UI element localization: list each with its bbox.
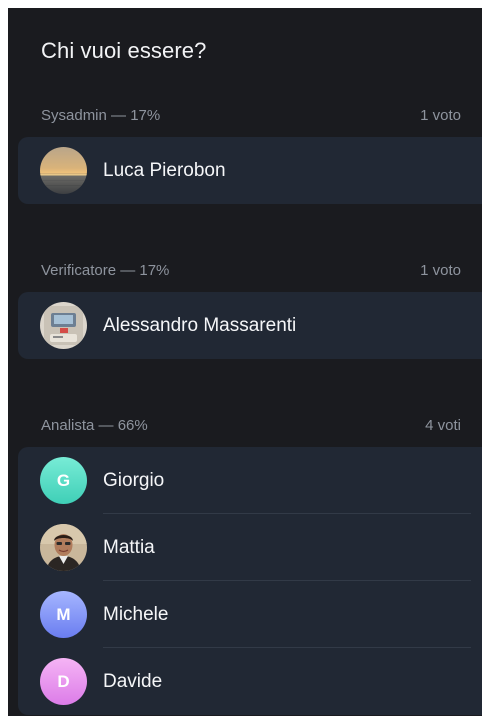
avatar: D: [40, 658, 87, 705]
vote-count: 1 voto: [420, 107, 461, 124]
option-header-verificatore: Verificatore — 17% 1 voto: [41, 262, 461, 279]
avatar: M: [40, 591, 87, 638]
option-label: Analista — 66%: [41, 417, 148, 434]
voters-card-analista: G Giorgio Mattia M Michele D Davide: [18, 447, 482, 715]
voter-row[interactable]: D Davide: [18, 648, 482, 715]
avatar: G: [40, 457, 87, 504]
voter-name: Luca Pierobon: [103, 160, 226, 181]
vote-count: 1 voto: [420, 262, 461, 279]
option-label: Verificatore — 17%: [41, 262, 170, 279]
voter-row[interactable]: Alessandro Massarenti: [18, 292, 482, 359]
voter-name: Mattia: [103, 537, 155, 558]
portrait-photo-icon: [40, 524, 87, 571]
voter-row[interactable]: Luca Pierobon: [18, 137, 482, 204]
avatar: [40, 147, 87, 194]
voter-name: Alessandro Massarenti: [103, 315, 297, 336]
avatar: [40, 302, 87, 349]
voter-row[interactable]: Mattia: [18, 514, 482, 581]
voter-name: Giorgio: [103, 470, 165, 491]
avatar: [40, 524, 87, 571]
vote-count: 4 voti: [425, 417, 461, 434]
avatar-initial: G: [56, 470, 71, 490]
voter-name: Davide: [103, 671, 163, 692]
retro-camera-photo-icon: [40, 302, 87, 349]
avatar-initial: M: [56, 604, 71, 624]
voter-row[interactable]: G Giorgio: [18, 447, 482, 514]
option-header-sysadmin: Sysadmin — 17% 1 voto: [41, 107, 461, 124]
voters-card-verificatore: Alessandro Massarenti: [18, 292, 482, 359]
voter-name: Michele: [103, 604, 169, 625]
option-header-analista: Analista — 66% 4 voti: [41, 417, 461, 434]
voters-card-sysadmin: Luca Pierobon: [18, 137, 482, 204]
avatar-initial: D: [57, 671, 70, 691]
poll-results-screen: Chi vuoi essere? Sysadmin — 17% 1 voto L…: [8, 8, 482, 716]
voter-row[interactable]: M Michele: [18, 581, 482, 648]
option-label: Sysadmin — 17%: [41, 107, 161, 124]
poll-title: Chi vuoi essere?: [41, 38, 207, 63]
sunset-photo-icon: [40, 147, 87, 194]
